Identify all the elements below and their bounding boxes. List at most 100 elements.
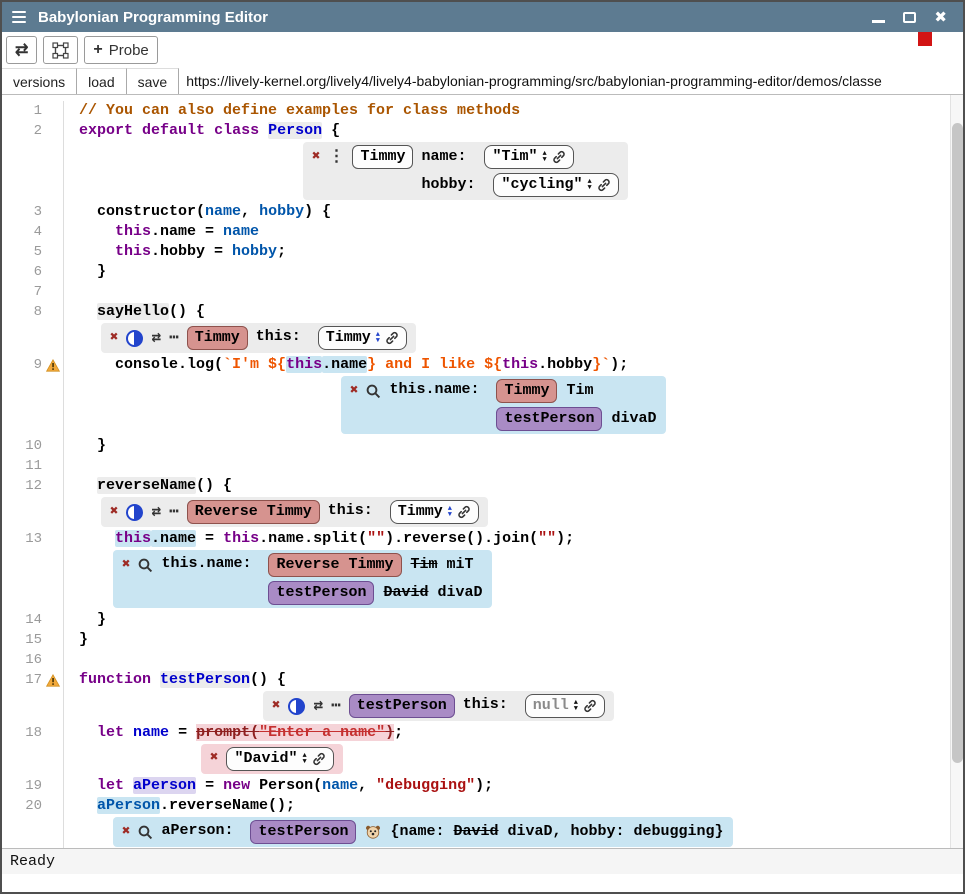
example-def-widget[interactable]: ✖⋮Timmyname: "Tim"▲▼hobby: "cycling"▲▼ bbox=[303, 142, 628, 200]
swap-arrows-icon[interactable]: ⇄ bbox=[151, 327, 161, 349]
maximize-button[interactable] bbox=[903, 12, 916, 23]
example-name-chip[interactable]: Timmy bbox=[352, 145, 413, 169]
magnifier-icon[interactable] bbox=[366, 384, 381, 399]
code-text: // You can also define examples for clas… bbox=[64, 101, 520, 121]
url-field[interactable]: https://lively-kernel.org/lively4/lively… bbox=[179, 68, 963, 94]
code-line-15: 15} bbox=[2, 630, 963, 650]
probe-row: TimmyTim bbox=[496, 379, 656, 403]
delete-button[interactable]: ✖ bbox=[110, 327, 118, 349]
example-widget[interactable]: ✖⇄⋯testPersonthis: null▲▼ bbox=[263, 691, 614, 721]
delete-button[interactable]: ✖ bbox=[272, 695, 280, 717]
down-arrow-icon[interactable]: ▼ bbox=[302, 759, 306, 765]
probe-widget[interactable]: ✖aPerson: testPerson{name: David divaD, … bbox=[113, 817, 733, 847]
link-icon[interactable] bbox=[385, 331, 399, 345]
magnifier-icon[interactable] bbox=[138, 825, 153, 840]
code-editor[interactable]: 1// You can also define examples for cla… bbox=[2, 95, 963, 848]
magnifier-icon[interactable] bbox=[138, 558, 153, 573]
swap-button[interactable]: ⇄ bbox=[6, 36, 37, 64]
drag-handle-icon[interactable]: ⋮ bbox=[328, 146, 344, 168]
example-name-chip[interactable]: Reverse Timmy bbox=[187, 500, 320, 524]
down-arrow-icon[interactable]: ▼ bbox=[574, 706, 578, 712]
example-name-chip[interactable]: Reverse Timmy bbox=[268, 553, 401, 577]
versions-button[interactable]: versions bbox=[2, 68, 77, 94]
plus-icon: + bbox=[93, 41, 102, 59]
code-token: Person( bbox=[250, 777, 322, 794]
example-name-chip[interactable]: testPerson bbox=[250, 820, 356, 844]
delete-button[interactable]: ✖ bbox=[312, 146, 320, 168]
probe-label: aPerson: bbox=[161, 820, 242, 842]
delete-button[interactable]: ✖ bbox=[122, 821, 130, 843]
code-line-13: 13 this.name = this.name.split("").rever… bbox=[2, 529, 963, 549]
select-frame-button[interactable] bbox=[43, 36, 78, 64]
value-box[interactable]: "Tim"▲▼ bbox=[484, 145, 573, 169]
load-button[interactable]: load bbox=[77, 68, 126, 94]
more-options-icon[interactable]: ⋯ bbox=[169, 327, 179, 349]
scrollbar-track[interactable] bbox=[950, 95, 963, 848]
probe-widget[interactable]: ✖this.name: TimmyTimtestPersondivaD bbox=[341, 376, 666, 434]
more-options-icon[interactable]: ⋯ bbox=[169, 501, 179, 523]
delete-button[interactable]: ✖ bbox=[350, 380, 358, 402]
value-text: "cycling" bbox=[501, 174, 582, 196]
scrollbar-thumb[interactable] bbox=[952, 123, 963, 763]
link-icon[interactable] bbox=[457, 505, 471, 519]
value-text: Timmy bbox=[398, 501, 443, 523]
value-box[interactable]: Timmy▲▼ bbox=[318, 326, 407, 350]
code-token bbox=[259, 122, 268, 139]
stepper-arrows[interactable]: ▲▼ bbox=[448, 506, 452, 518]
example-widget[interactable]: ✖⇄⋯Reverse Timmythis: Timmy▲▼ bbox=[101, 497, 488, 527]
example-name-chip[interactable]: Timmy bbox=[496, 379, 557, 403]
code-text: this.name = this.name.split("").reverse(… bbox=[64, 529, 574, 549]
line-number bbox=[2, 322, 42, 355]
value-box[interactable]: "cycling" ▲▼ bbox=[493, 173, 618, 197]
example-name-chip[interactable]: testPerson bbox=[349, 694, 455, 718]
delete-button[interactable]: ✖ bbox=[210, 747, 218, 769]
stepper-arrows[interactable]: ▲▼ bbox=[574, 700, 578, 712]
line-number: 10 bbox=[2, 436, 42, 456]
down-arrow-icon[interactable]: ▼ bbox=[376, 338, 380, 344]
down-arrow-icon[interactable]: ▼ bbox=[542, 157, 546, 163]
example-name-chip[interactable]: Timmy bbox=[187, 326, 248, 350]
swap-arrows-icon[interactable]: ⇄ bbox=[151, 501, 161, 523]
menu-icon[interactable] bbox=[12, 11, 26, 24]
save-button[interactable]: save bbox=[127, 68, 180, 94]
stepper-arrows[interactable]: ▲▼ bbox=[542, 151, 546, 163]
example-param-row: hobby: "cycling"▲▼ bbox=[421, 173, 618, 197]
code-line-18: 18 let name = prompt("Enter a name"); bbox=[2, 723, 963, 743]
stepper-arrows[interactable]: ▲▼ bbox=[587, 179, 591, 191]
probe-widget[interactable]: ✖this.name: Reverse TimmyTim miTtestPers… bbox=[113, 550, 492, 608]
swap-arrows-icon[interactable]: ⇄ bbox=[313, 695, 323, 717]
gutter-icon-slot bbox=[42, 322, 64, 355]
delete-button[interactable]: ✖ bbox=[122, 554, 130, 576]
widget-controls: ✖ bbox=[122, 553, 153, 577]
line-number: 19 bbox=[2, 776, 42, 796]
line-number: 12 bbox=[2, 476, 42, 496]
minimize-button[interactable] bbox=[872, 20, 885, 23]
link-icon[interactable] bbox=[597, 178, 611, 192]
add-probe-button[interactable]: +Probe bbox=[84, 36, 157, 64]
code-line-11: 11 bbox=[2, 456, 963, 476]
down-arrow-icon[interactable]: ▼ bbox=[448, 512, 452, 518]
value-box[interactable]: null▲▼ bbox=[525, 694, 605, 718]
stepper-arrows[interactable]: ▲▼ bbox=[302, 753, 306, 765]
down-arrow-icon[interactable]: ▼ bbox=[587, 185, 591, 191]
replacement-widget[interactable]: ✖ "David"▲▼ bbox=[201, 744, 343, 774]
stepper-arrows[interactable]: ▲▼ bbox=[376, 332, 380, 344]
code-lines: 1// You can also define examples for cla… bbox=[2, 101, 963, 848]
line-number: 11 bbox=[2, 456, 42, 476]
toggle-switch[interactable] bbox=[126, 330, 143, 347]
close-button[interactable]: ✖ bbox=[934, 10, 947, 25]
example-name-chip[interactable]: testPerson bbox=[268, 581, 374, 605]
delete-button[interactable]: ✖ bbox=[110, 501, 118, 523]
value-box[interactable]: Timmy ▲▼ bbox=[390, 500, 479, 524]
toggle-switch[interactable] bbox=[126, 504, 143, 521]
example-widget[interactable]: ✖⇄⋯Timmythis: Timmy▲▼ bbox=[101, 323, 416, 353]
example-name-chip[interactable]: testPerson bbox=[496, 407, 602, 431]
link-icon[interactable] bbox=[312, 752, 326, 766]
gutter-icon-slot bbox=[42, 222, 64, 242]
value-box[interactable]: "David"▲▼ bbox=[226, 747, 333, 771]
link-icon[interactable] bbox=[552, 150, 566, 164]
probe-row: testPersonDavid divaD bbox=[268, 581, 482, 605]
more-options-icon[interactable]: ⋯ bbox=[331, 695, 341, 717]
toggle-switch[interactable] bbox=[288, 698, 305, 715]
link-icon[interactable] bbox=[583, 699, 597, 713]
